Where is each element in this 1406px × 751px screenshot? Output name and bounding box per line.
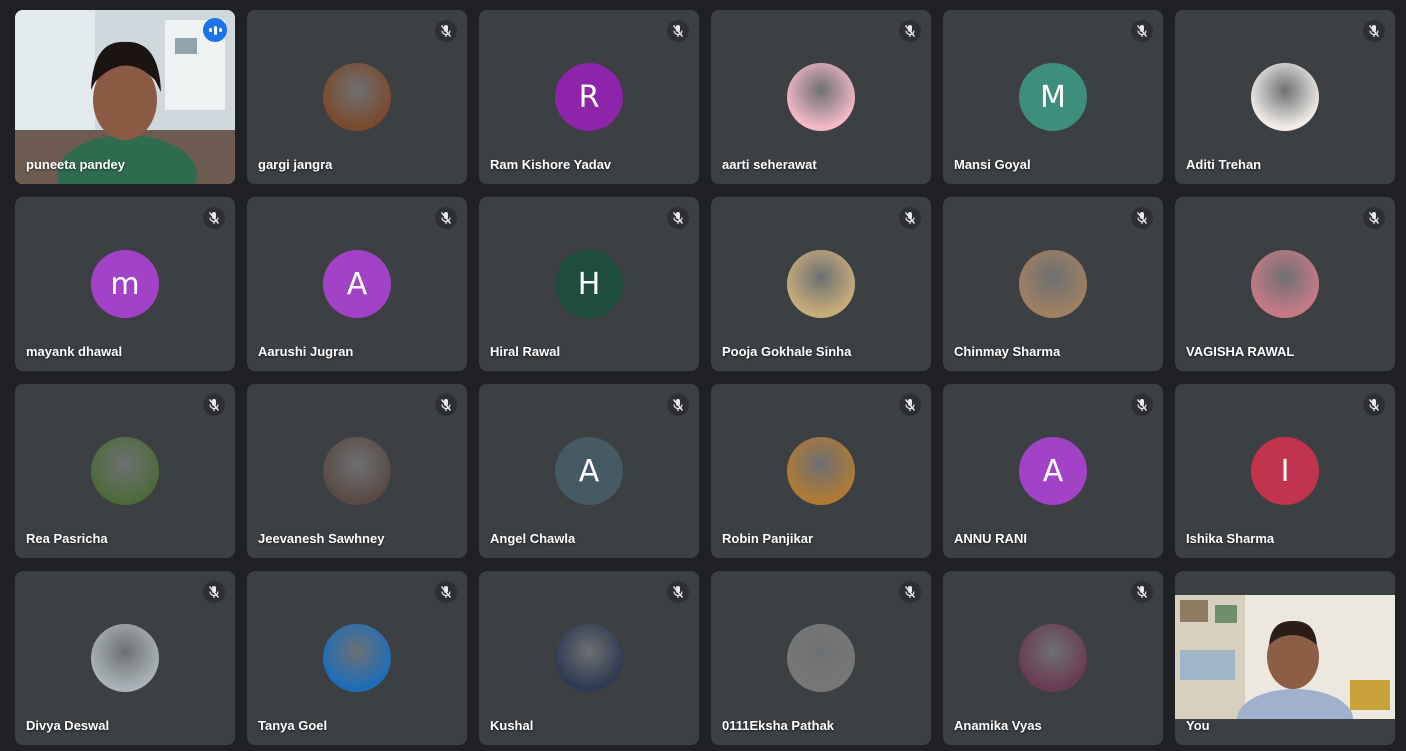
participant-tile-0111eksha-pathak[interactable]: 0111Eksha Pathak xyxy=(711,571,931,745)
avatar-initial: A xyxy=(1019,437,1087,505)
mic-off-icon xyxy=(203,394,225,416)
participant-tile-mayank-dhawal[interactable]: m mayank dhawal xyxy=(15,197,235,371)
avatar-photo xyxy=(323,624,391,692)
mic-off-icon xyxy=(899,20,921,42)
avatar-photo xyxy=(323,63,391,131)
avatar-photo xyxy=(91,624,159,692)
mic-off-icon xyxy=(1363,20,1385,42)
participant-tile-kushal[interactable]: Kushal xyxy=(479,571,699,745)
avatar-initial: m xyxy=(91,250,159,318)
avatar-photo xyxy=(1251,63,1319,131)
mic-off-icon xyxy=(1131,207,1153,229)
participant-tile-angel-chawla[interactable]: A Angel Chawla xyxy=(479,384,699,558)
avatar-photo xyxy=(787,624,855,692)
participant-tile-vagisha-rawal[interactable]: VAGISHA RAWAL xyxy=(1175,197,1395,371)
participant-name: Tanya Goel xyxy=(258,718,328,733)
mic-off-icon xyxy=(667,394,689,416)
participant-name: Divya Deswal xyxy=(26,718,110,733)
participant-tile-pooja-gokhale-sinha[interactable]: Pooja Gokhale Sinha xyxy=(711,197,931,371)
participant-tile-divya-deswal[interactable]: Divya Deswal xyxy=(15,571,235,745)
participant-tile-robin-panjikar[interactable]: Robin Panjikar xyxy=(711,384,931,558)
avatar-photo xyxy=(787,63,855,131)
participant-name: Hiral Rawal xyxy=(490,344,561,359)
participant-name: Ishika Sharma xyxy=(1186,531,1275,546)
participant-tile-puneeta-pandey[interactable]: puneeta pandey xyxy=(15,10,235,184)
mic-off-icon xyxy=(899,207,921,229)
participant-tile-you[interactable]: You xyxy=(1175,571,1395,745)
participant-tile-aarti-seherawat[interactable]: aarti seherawat xyxy=(711,10,931,184)
participant-name: mayank dhawal xyxy=(26,344,123,359)
participant-name: VAGISHA RAWAL xyxy=(1186,344,1295,359)
participant-name: Aditi Trehan xyxy=(1186,157,1262,172)
participant-name: Kushal xyxy=(490,718,534,733)
mic-off-icon xyxy=(899,581,921,603)
avatar-photo xyxy=(1019,624,1087,692)
participant-name: Chinmay Sharma xyxy=(954,344,1061,359)
mic-off-icon xyxy=(203,581,225,603)
avatar-photo xyxy=(323,437,391,505)
mic-off-icon xyxy=(667,207,689,229)
mic-off-icon xyxy=(435,581,457,603)
participant-tile-tanya-goel[interactable]: Tanya Goel xyxy=(247,571,467,745)
participant-tile-jeevanesh-sawhney[interactable]: Jeevanesh Sawhney xyxy=(247,384,467,558)
avatar-initial: R xyxy=(555,63,623,131)
participant-tile-hiral-rawal[interactable]: H Hiral Rawal xyxy=(479,197,699,371)
audio-level-icon xyxy=(203,18,227,42)
mic-off-icon xyxy=(1131,581,1153,603)
avatar-photo xyxy=(1251,250,1319,318)
participant-name: Aarushi Jugran xyxy=(258,344,354,359)
mic-off-icon xyxy=(435,394,457,416)
avatar-photo xyxy=(91,437,159,505)
mic-off-icon xyxy=(667,581,689,603)
participant-name: Jeevanesh Sawhney xyxy=(258,531,385,546)
participant-tile-anamika-vyas[interactable]: Anamika Vyas xyxy=(943,571,1163,745)
avatar-initial: H xyxy=(555,250,623,318)
avatar-initial: A xyxy=(555,437,623,505)
participant-name: 0111Eksha Pathak xyxy=(722,718,835,733)
participant-name: Angel Chawla xyxy=(490,531,576,546)
participant-tile-annu-rani[interactable]: A ANNU RANI xyxy=(943,384,1163,558)
participant-name: ANNU RANI xyxy=(954,531,1027,546)
participant-tile-aditi-trehan[interactable]: Aditi Trehan xyxy=(1175,10,1395,184)
avatar-initial: M xyxy=(1019,63,1087,131)
participant-name: Anamika Vyas xyxy=(954,718,1042,733)
participant-tile-chinmay-sharma[interactable]: Chinmay Sharma xyxy=(943,197,1163,371)
participant-name: Robin Panjikar xyxy=(722,531,814,546)
participant-tile-ishika-sharma[interactable]: I Ishika Sharma xyxy=(1175,384,1395,558)
mic-off-icon xyxy=(667,20,689,42)
participant-name: gargi jangra xyxy=(258,157,333,172)
mic-off-icon xyxy=(435,207,457,229)
avatar-photo xyxy=(787,250,855,318)
mic-off-icon xyxy=(1363,394,1385,416)
self-video xyxy=(1175,595,1395,719)
participant-tile-mansi-goyal[interactable]: M Mansi Goyal xyxy=(943,10,1163,184)
avatar-photo xyxy=(787,437,855,505)
participant-name: Rea Pasricha xyxy=(26,531,108,546)
participant-tile-gargi-jangra[interactable]: gargi jangra xyxy=(247,10,467,184)
participant-name: puneeta pandey xyxy=(26,157,125,172)
participant-tile-aarushi-jugran[interactable]: A Aarushi Jugran xyxy=(247,197,467,371)
participant-name: You xyxy=(1186,718,1210,733)
avatar-initial: A xyxy=(323,250,391,318)
mic-off-icon xyxy=(203,207,225,229)
participant-tile-ram-kishore-yadav[interactable]: R Ram Kishore Yadav xyxy=(479,10,699,184)
mic-off-icon xyxy=(1131,20,1153,42)
participants-grid: puneeta pandey gargi jangra R Ram Kishore Y… xyxy=(15,10,1395,745)
participant-name: Ram Kishore Yadav xyxy=(490,157,612,172)
avatar-initial: I xyxy=(1251,437,1319,505)
participant-name: aarti seherawat xyxy=(722,157,817,172)
mic-off-icon xyxy=(899,394,921,416)
avatar-photo xyxy=(1019,250,1087,318)
mic-off-icon xyxy=(1363,207,1385,229)
mic-off-icon xyxy=(435,20,457,42)
participant-name: Pooja Gokhale Sinha xyxy=(722,344,852,359)
avatar-photo xyxy=(555,624,623,692)
participant-name: Mansi Goyal xyxy=(954,157,1031,172)
mic-off-icon xyxy=(1131,394,1153,416)
participant-tile-rea-pasricha[interactable]: Rea Pasricha xyxy=(15,384,235,558)
